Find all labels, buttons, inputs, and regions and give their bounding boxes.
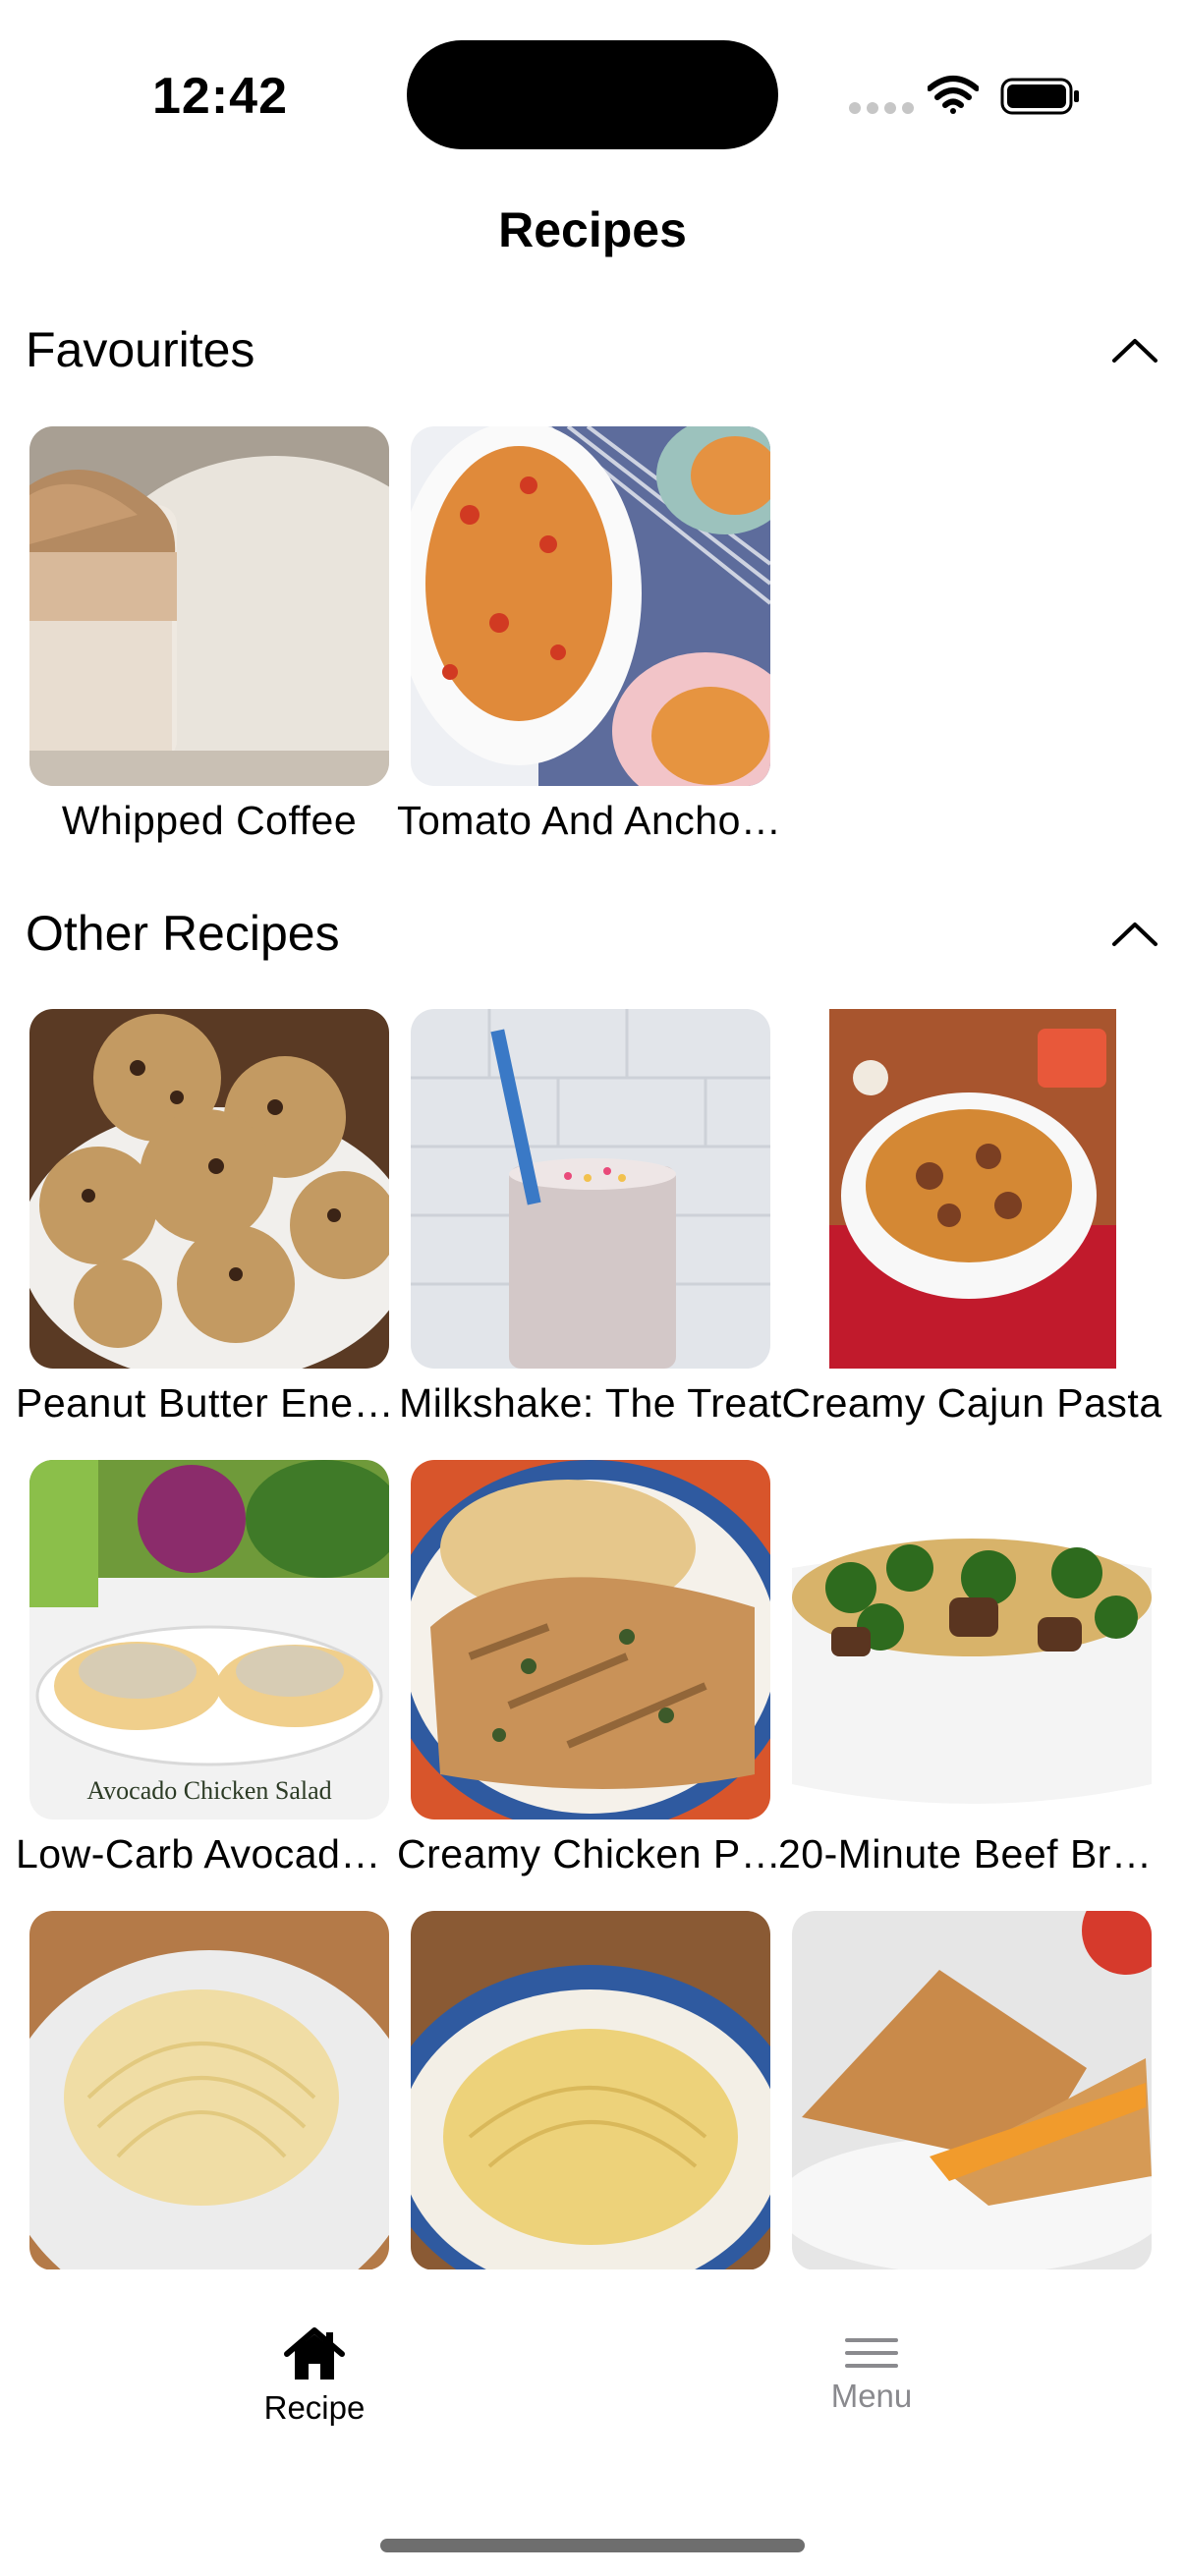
hamburger-icon xyxy=(845,2338,898,2368)
home-indicator xyxy=(380,2539,805,2552)
chevron-up-icon[interactable] xyxy=(1110,919,1159,948)
recipe-name: Whipped Coffee xyxy=(61,798,358,843)
tab-recipe[interactable]: Recipe xyxy=(216,2326,413,2427)
recipe-thumbnail xyxy=(792,1009,1152,1369)
recipe-thumbnail xyxy=(29,1009,389,1369)
favourites-title: Favourites xyxy=(26,322,255,377)
recipe-thumbnail xyxy=(29,426,389,786)
recipe-card-tomato-anchovy[interactable]: Tomato And Anchovy Pasta xyxy=(397,426,784,843)
recipe-name: Low-Carb Avocado Chicken Salad xyxy=(16,1831,403,1876)
recipe-card-grilled-cheese[interactable] xyxy=(792,1911,1152,2270)
house-icon xyxy=(284,2327,345,2380)
recipe-card-cajun-pasta[interactable]: Creamy Cajun Pasta xyxy=(781,1009,1161,1426)
recipe-card-aglio-olio[interactable] xyxy=(411,1911,770,2270)
recipe-thumbnail xyxy=(29,1911,389,2270)
tab-menu[interactable]: Menu xyxy=(773,2336,970,2415)
other-recipes-title: Other Recipes xyxy=(26,906,340,961)
recipe-thumbnail xyxy=(411,1009,770,1369)
recipe-thumbnail xyxy=(411,1911,770,2270)
recipe-thumbnail xyxy=(792,1911,1152,2270)
recipe-card-milkshake[interactable]: Milkshake: The Treat xyxy=(399,1009,781,1426)
recipe-name: Creamy Cajun Pasta xyxy=(781,1380,1162,1426)
favourites-header[interactable]: Favourites xyxy=(26,310,1159,389)
battery-icon xyxy=(1000,78,1079,115)
image-caption: Avocado Chicken Salad xyxy=(86,1776,331,1805)
tab-menu-label: Menu xyxy=(830,2378,913,2414)
dynamic-island xyxy=(407,40,778,149)
recipe-card-peanut-butter[interactable]: Peanut Butter Energy Bites xyxy=(16,1009,403,1426)
tab-bar xyxy=(0,2269,1185,2576)
recipe-name: Milkshake: The Treat xyxy=(399,1380,782,1426)
recipe-thumbnail xyxy=(411,426,770,786)
tab-recipe-label: Recipe xyxy=(263,2389,366,2426)
page-title: Recipes xyxy=(498,202,687,257)
recipe-card-avocado-chicken[interactable]: Avocado Chicken Salad Low-Carb Avocado C… xyxy=(16,1460,403,1876)
status-time: 12:42 xyxy=(152,68,288,125)
recipe-thumbnail xyxy=(411,1460,770,1820)
recipe-name: 20-Minute Beef Broccoli Noodles xyxy=(778,1831,1165,1876)
recipe-name: Tomato And Anchovy Pasta xyxy=(397,798,784,843)
recipe-card-beef-broccoli[interactable]: 20-Minute Beef Broccoli Noodles xyxy=(778,1460,1165,1876)
recipe-name: Creamy Chicken Piccata xyxy=(397,1831,784,1876)
recipe-card-chicken-piccata[interactable]: Creamy Chicken Piccata xyxy=(397,1460,784,1876)
other-recipes-header[interactable]: Other Recipes xyxy=(26,894,1159,973)
recipe-thumbnail: Avocado Chicken Salad xyxy=(29,1460,389,1820)
recipe-name: Peanut Butter Energy Bites xyxy=(16,1380,403,1426)
cellular-signal-icon xyxy=(849,102,914,114)
recipe-card-spaghetti[interactable] xyxy=(29,1911,389,2270)
recipe-card-whipped-coffee[interactable]: Whipped Coffee xyxy=(29,426,389,843)
recipe-thumbnail xyxy=(792,1460,1152,1820)
chevron-up-icon[interactable] xyxy=(1110,335,1159,364)
wifi-icon xyxy=(928,76,979,114)
